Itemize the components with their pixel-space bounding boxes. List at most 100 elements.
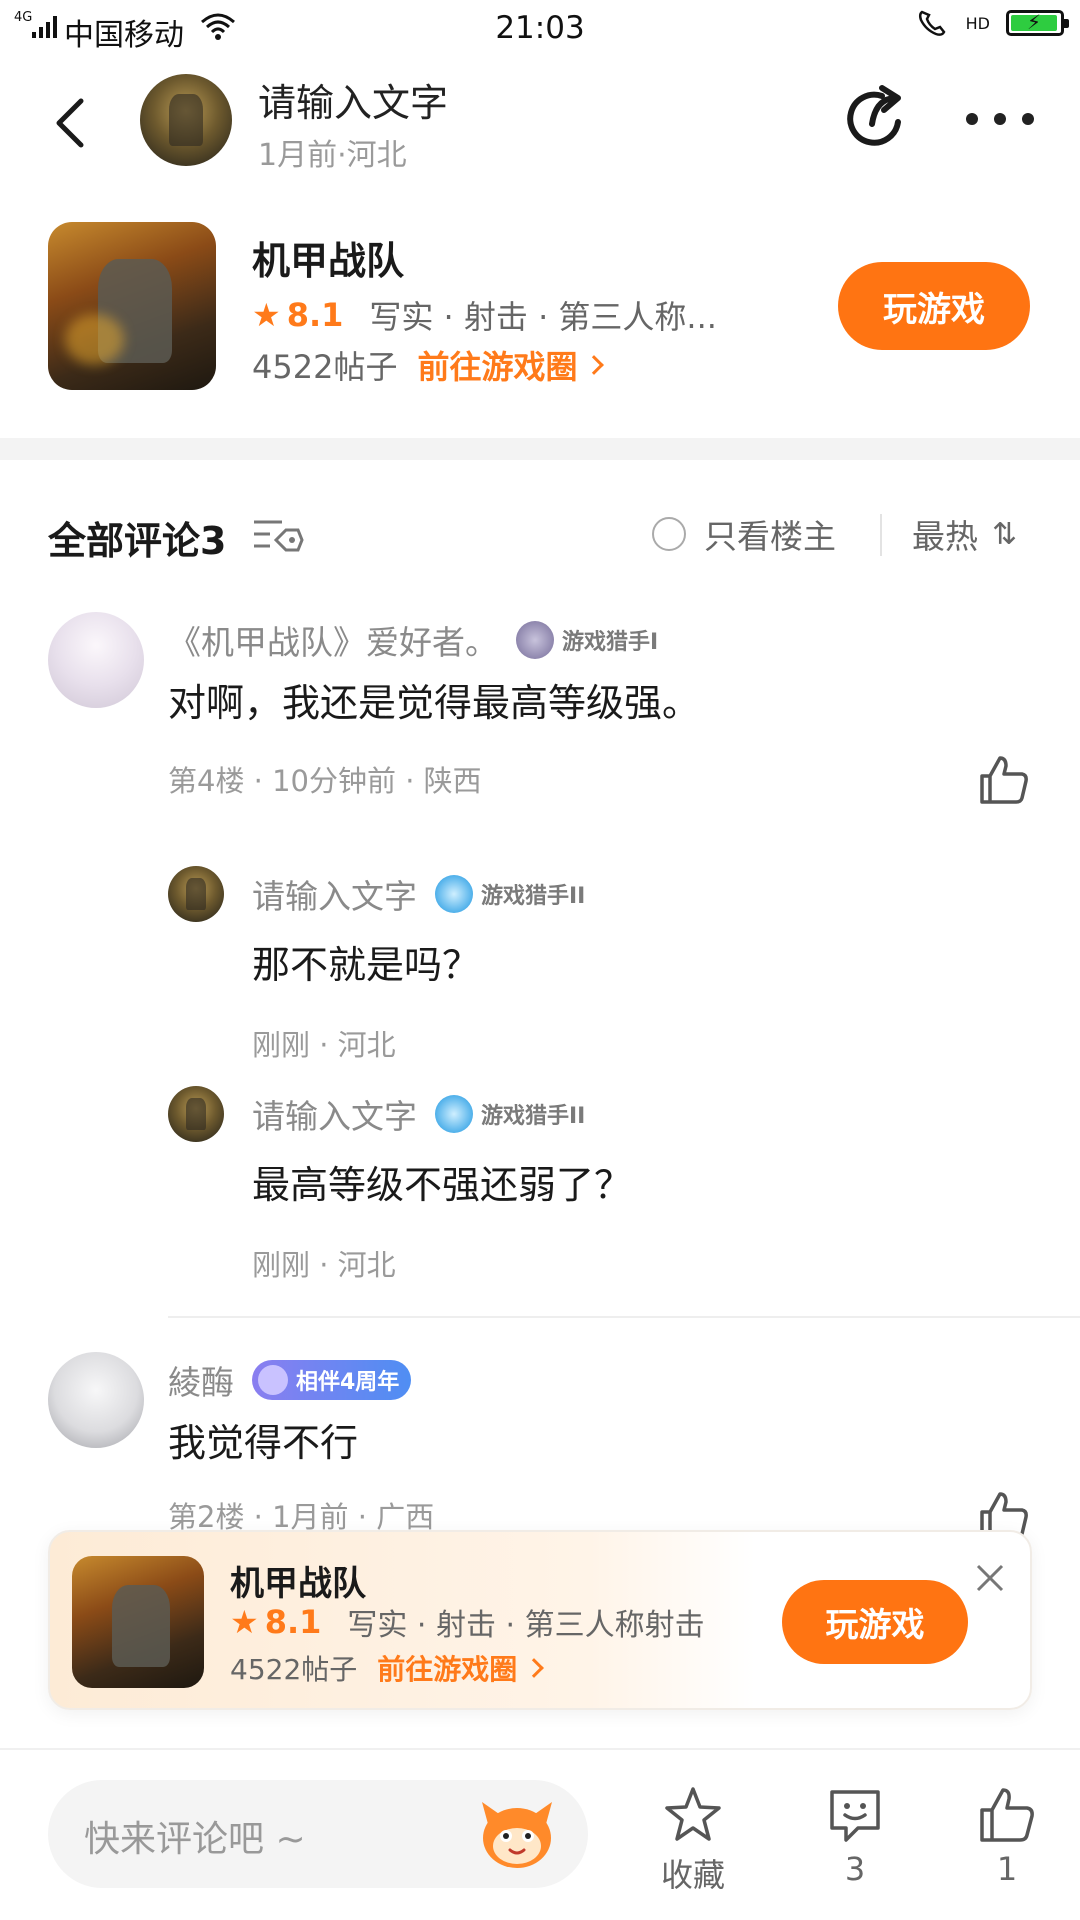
go-to-circle-label: 前往游戏圈: [417, 348, 578, 386]
hunter-badge-icon: [435, 875, 473, 913]
comments-title: 全部评论3: [48, 519, 227, 563]
more-button[interactable]: [960, 84, 1040, 154]
star-icon: ★: [230, 1603, 259, 1641]
more-dot: [994, 113, 1006, 125]
comment-meta: 第4楼 · 10分钟前 · 陕西: [168, 764, 482, 798]
favorite-button[interactable]: 收藏: [638, 1784, 748, 1896]
hunter-badge-icon: [435, 1095, 473, 1133]
game-meta: ★ 8.1 写实 · 射击 · 第三人称...: [252, 292, 717, 338]
floating-post-count: 4522帖子: [230, 1653, 358, 1686]
reply-meta: 刚刚 · 河北: [252, 1028, 396, 1062]
sort-button[interactable]: 最热 ⇅: [912, 510, 1017, 558]
level-badge: 游戏猎手II: [435, 875, 585, 913]
back-arrow-icon: [56, 98, 84, 148]
comment-divider: [168, 1316, 1080, 1318]
commenter-avatar[interactable]: [48, 612, 144, 708]
play-game-button[interactable]: 玩游戏: [838, 262, 1030, 350]
game-rating: 8.1: [286, 296, 344, 334]
sort-icon: ⇅: [992, 516, 1017, 552]
hunter-badge-icon: [516, 621, 554, 659]
comment-input-placeholder: 快来评论吧 ~: [84, 1819, 306, 1860]
status-bar: 4G 中国移动 21:03 HD ⚡: [0, 0, 1080, 58]
commenter-name[interactable]: 綾酶: [168, 1356, 234, 1404]
comment-text: 对啊，我还是觉得最高等级强。: [168, 681, 701, 725]
like-count: 1: [996, 1850, 1018, 1888]
replier-name[interactable]: 请输入文字: [252, 870, 417, 918]
bottom-action-bar: 快来评论吧 ~ 收藏 3 1: [0, 1748, 1080, 1920]
post-time-location: 1月前·河北: [258, 138, 407, 173]
floating-posts-row: 4522帖子 前往游戏圈: [230, 1648, 545, 1688]
floating-game-cover[interactable]: [72, 1556, 204, 1688]
replier-name-row: 请输入文字 游戏猎手II: [252, 870, 585, 918]
comments-header: 全部评论3 只看楼主 最热 ⇅: [0, 500, 1080, 570]
game-post-count: 4522帖子: [252, 348, 398, 386]
author-name[interactable]: 请输入文字: [258, 72, 448, 127]
share-icon: [847, 85, 901, 146]
floating-game-rating: 8.1: [264, 1603, 322, 1641]
replier-name-row: 请输入文字 游戏猎手II: [252, 1090, 585, 1138]
share-button[interactable]: [842, 84, 912, 154]
commenter-name-row: 綾酶 相伴4周年: [168, 1356, 412, 1404]
floating-game-tags: 写实 · 射击 · 第三人称射击: [347, 1608, 705, 1643]
status-right: HD ⚡: [916, 8, 1069, 38]
go-to-circle-link[interactable]: 前往游戏圈: [417, 342, 605, 388]
floating-game-card[interactable]: 机甲战队 ★ 8.1 写实 · 射击 · 第三人称射击 4522帖子 前往游戏圈…: [48, 1530, 1032, 1710]
author-avatar[interactable]: [140, 74, 232, 166]
op-only-toggle[interactable]: 只看楼主: [652, 510, 836, 558]
comment-input[interactable]: 快来评论吧 ~: [48, 1780, 588, 1888]
level-badge-label: 游戏猎手II: [481, 1104, 586, 1129]
comments-button[interactable]: 3: [800, 1784, 910, 1888]
sort-label: 最热: [912, 517, 978, 556]
level-badge: 游戏猎手I: [516, 621, 658, 659]
thumbs-up-icon[interactable]: [976, 752, 1032, 808]
post-detail-screen: 4G 中国移动 21:03 HD ⚡ 请输入文字 1月前·河北 机甲战队 ★ 8…: [0, 0, 1080, 1920]
comment-bubble-icon: [830, 1790, 880, 1842]
back-button[interactable]: [40, 88, 100, 158]
game-tags: 写实 · 射击 · 第三人称...: [369, 298, 717, 336]
more-dot: [966, 113, 978, 125]
replier-name[interactable]: 请输入文字: [252, 1090, 417, 1138]
favorite-star-icon: [665, 1787, 721, 1841]
floating-play-game-button[interactable]: 玩游戏: [782, 1580, 968, 1664]
replier-avatar[interactable]: [168, 866, 224, 922]
level-badge-label: 游戏猎手I: [562, 630, 659, 655]
anniversary-badge: 相伴4周年: [252, 1360, 412, 1400]
header-separator: [880, 514, 882, 556]
battery-icon: ⚡: [1006, 10, 1069, 36]
like-button[interactable]: 1: [952, 1784, 1062, 1888]
reply-meta: 刚刚 · 河北: [252, 1248, 396, 1282]
floating-go-to-circle-label: 前往游戏圈: [377, 1653, 518, 1686]
chevron-right-icon: [584, 355, 605, 375]
thumbs-up-icon: [980, 1788, 1034, 1842]
comment-count: 3: [844, 1850, 866, 1888]
reply-text: 那不就是吗？: [252, 943, 481, 987]
game-info-card[interactable]: 机甲战队 ★ 8.1 写实 · 射击 · 第三人称... 4522帖子 前往游戏…: [0, 220, 1080, 400]
section-divider: [0, 438, 1080, 460]
level-badge: 游戏猎手II: [435, 1095, 585, 1133]
level-badge-label: 游戏猎手II: [481, 884, 586, 909]
floating-game-name[interactable]: 机甲战队: [230, 1556, 366, 1605]
anniversary-badge-icon: [258, 1365, 288, 1395]
replier-avatar[interactable]: [168, 1086, 224, 1142]
game-name[interactable]: 机甲战队: [252, 230, 404, 285]
filter-icon[interactable]: [252, 516, 304, 556]
close-icon[interactable]: [970, 1558, 1010, 1598]
game-posts-row: 4522帖子 前往游戏圈: [252, 342, 605, 388]
commenter-name-row: 《机甲战队》爱好者。 游戏猎手I: [168, 616, 658, 664]
op-only-radio[interactable]: [652, 517, 686, 551]
commenter-name[interactable]: 《机甲战队》爱好者。: [168, 616, 498, 664]
anniversary-badge-label: 相伴4周年: [296, 1370, 400, 1395]
call-icon: [918, 10, 946, 36]
more-dot: [1022, 113, 1034, 125]
favorite-label: 收藏: [660, 1856, 725, 1894]
comment-text: 我觉得不行: [168, 1421, 359, 1465]
commenter-avatar[interactable]: [48, 1352, 144, 1448]
floating-go-to-circle-link[interactable]: 前往游戏圈: [377, 1648, 545, 1688]
hd-indicator: HD: [965, 13, 990, 33]
floating-game-meta: ★ 8.1 写实 · 射击 · 第三人称射击: [230, 1600, 705, 1644]
post-header: 请输入文字 1月前·河北: [0, 58, 1080, 188]
game-cover-image[interactable]: [48, 222, 216, 390]
reply-text: 最高等级不强还弱了？: [252, 1163, 633, 1207]
chevron-right-icon: [524, 1658, 545, 1678]
mascot-icon[interactable]: [476, 1794, 558, 1872]
